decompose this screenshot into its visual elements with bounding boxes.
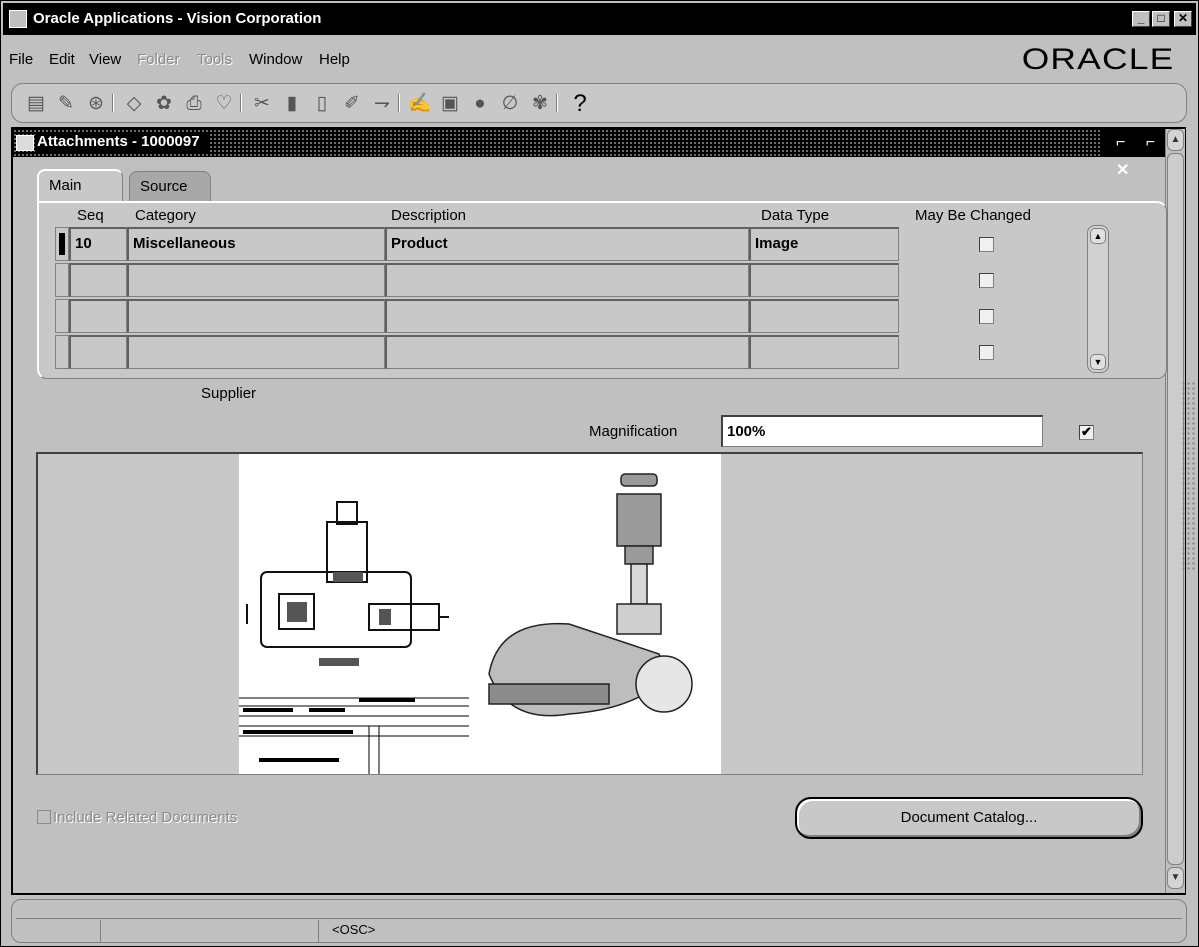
delete-record-icon[interactable]: ⇁ — [370, 92, 394, 116]
document-catalog-button[interactable]: Document Catalog... — [795, 797, 1143, 839]
column-header-seq: Seq — [77, 207, 104, 224]
table-scrollbar[interactable]: ▲ ▼ — [1087, 225, 1109, 373]
table-scroll-down-icon[interactable]: ▼ — [1090, 354, 1106, 370]
data-type-field[interactable]: Image — [749, 227, 899, 261]
cut-icon[interactable]: ✂ — [250, 92, 274, 116]
status-bar: <OSC> — [11, 899, 1187, 943]
data-type-field[interactable] — [749, 299, 899, 333]
menu-edit[interactable]: Edit — [49, 51, 75, 68]
seq-field[interactable]: 10 — [69, 227, 127, 261]
include-related-label: Include Related Documents — [53, 809, 238, 826]
save-icon[interactable]: ◇ — [122, 92, 146, 116]
column-header-may-be-changed: May Be Changed — [915, 207, 1031, 224]
description-field[interactable] — [385, 263, 749, 297]
app-icon[interactable] — [9, 10, 27, 28]
status-divider — [16, 918, 1182, 919]
next-step-icon[interactable]: ✿ — [152, 92, 176, 116]
app-title-bar: Oracle Applications - Vision Corporation… — [3, 3, 1196, 35]
app-title: Oracle Applications - Vision Corporation — [33, 10, 322, 27]
close-button[interactable]: ✕ — [1174, 11, 1192, 27]
zoom-icon[interactable]: ▣ — [438, 92, 462, 116]
copy-icon[interactable]: ▮ — [280, 92, 304, 116]
application-window: Oracle Applications - Vision Corporation… — [0, 0, 1199, 947]
find-icon[interactable]: ✎ — [54, 92, 78, 116]
seq-field[interactable] — [69, 263, 127, 297]
translations-icon[interactable]: ● — [468, 92, 492, 116]
supplier-label: Supplier — [201, 385, 257, 402]
include-related-checkbox-box[interactable] — [37, 810, 51, 824]
magnification-label: Magnification — [589, 423, 678, 440]
include-related-documents-checkbox[interactable]: Include Related Documents — [37, 809, 237, 826]
magnification-checkbox[interactable]: ✔ — [1079, 425, 1094, 440]
menu-help[interactable]: Help — [319, 51, 350, 68]
oracle-logo: ORACLE — [1021, 43, 1174, 76]
form-title: Attachments - 1000097 — [35, 132, 208, 152]
form-title-bar: Attachments - 1000097 ⌐ ⌐ ✕ — [13, 129, 1184, 179]
column-header-data-type: Data Type — [761, 207, 830, 224]
folder-tools-icon[interactable]: ✾ — [528, 92, 552, 116]
may-be-changed-checkbox[interactable] — [979, 309, 994, 324]
menu-window[interactable]: Window — [249, 51, 302, 68]
row-selector[interactable] — [55, 335, 69, 369]
seq-field[interactable] — [69, 335, 127, 369]
toolbar-separator — [240, 94, 242, 112]
new-icon[interactable]: ▤ — [24, 92, 48, 116]
menu-tools[interactable]: Tools — [197, 51, 232, 68]
row-selector[interactable] — [55, 299, 69, 333]
image-viewer — [36, 452, 1143, 775]
osc-indicator: <OSC> — [332, 922, 376, 937]
resize-grip[interactable] — [1181, 381, 1195, 571]
may-be-changed-checkbox[interactable] — [979, 273, 994, 288]
description-field[interactable]: Product — [385, 227, 749, 261]
minimize-button[interactable]: _ — [1132, 11, 1150, 27]
menu-bar: File Edit View Folder Tools Window Help … — [3, 37, 1196, 81]
may-be-changed-checkbox[interactable] — [979, 345, 994, 360]
menu-folder[interactable]: Folder — [137, 51, 180, 68]
paste-icon[interactable]: ▯ — [310, 92, 334, 116]
row-selector[interactable] — [55, 263, 69, 297]
toolbar-separator — [398, 94, 400, 112]
tab-source[interactable]: Source — [129, 171, 211, 201]
maximize-button[interactable]: □ — [1152, 11, 1170, 27]
row-selector[interactable] — [55, 227, 69, 261]
description-field[interactable] — [385, 299, 749, 333]
navigate-icon[interactable]: ⊛ — [84, 92, 108, 116]
toolbar: ▤ ✎ ⊛ ◇ ✿ ⎙ ♡ ✂ ▮ ▯ ✐ ⇁ ✍ ▣ ● ∅ ✾ ? — [11, 83, 1187, 123]
tab-main[interactable]: Main — [37, 169, 123, 201]
data-type-field[interactable] — [749, 335, 899, 369]
category-field[interactable]: Miscellaneous — [127, 227, 385, 261]
category-field[interactable] — [127, 263, 385, 297]
column-header-description: Description — [391, 207, 467, 224]
magnification-field[interactable]: 100% — [721, 415, 1043, 447]
category-field[interactable] — [127, 335, 385, 369]
help-icon[interactable]: ? — [568, 92, 592, 116]
data-type-field[interactable] — [749, 263, 899, 297]
column-header-category: Category — [135, 207, 196, 224]
toolbar-separator — [112, 94, 114, 112]
edit-field-icon[interactable]: ✍ — [408, 92, 432, 116]
technical-drawing-image — [239, 454, 721, 774]
clear-record-icon[interactable]: ✐ — [340, 92, 364, 116]
scroll-down-icon[interactable]: ▼ — [1167, 867, 1184, 889]
toolbar-separator — [556, 94, 558, 112]
attachments-icon[interactable]: ∅ — [498, 92, 522, 116]
close-form-icon[interactable]: ♡ — [212, 92, 236, 116]
category-field[interactable] — [127, 299, 385, 333]
status-segment — [100, 920, 101, 942]
print-icon[interactable]: ⎙ — [182, 92, 206, 116]
scroll-up-icon[interactable]: ▲ — [1167, 129, 1184, 151]
may-be-changed-checkbox[interactable] — [979, 237, 994, 252]
description-field[interactable] — [385, 335, 749, 369]
table-scroll-up-icon[interactable]: ▲ — [1090, 228, 1106, 244]
seq-field[interactable] — [69, 299, 127, 333]
form-icon — [16, 135, 34, 151]
status-segment — [318, 920, 319, 942]
menu-view[interactable]: View — [89, 51, 121, 68]
attachments-form: Attachments - 1000097 ⌐ ⌐ ✕ ▲ ▼ Main Sou… — [11, 127, 1186, 895]
menu-file[interactable]: File — [9, 51, 33, 68]
